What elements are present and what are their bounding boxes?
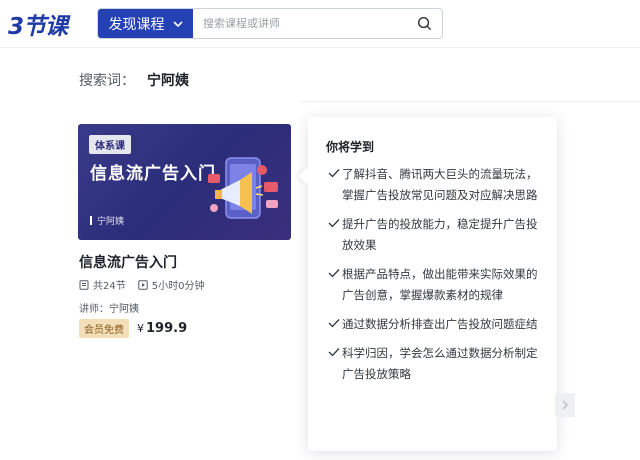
list-item-text: 通过数据分析排查出广告投放问题症结 bbox=[342, 317, 538, 331]
price-value: 199.9 bbox=[146, 321, 188, 336]
price-currency: ¥ bbox=[137, 322, 144, 335]
check-icon bbox=[328, 219, 340, 228]
play-icon bbox=[138, 279, 148, 290]
list-item-text: 了解抖音、腾讯两大巨头的流量玩法，掌握广告投放常见问题及对应解决思路 bbox=[342, 167, 538, 202]
list-item: 了解抖音、腾讯两大巨头的流量玩法，掌握广告投放常见问题及对应解决思路 bbox=[326, 164, 548, 206]
learning-outcomes-list: 了解抖音、腾讯两大巨头的流量玩法，掌握广告投放常见问题及对应解决思路 提升广告的… bbox=[326, 164, 548, 393]
course-duration-text: 5小时0分钟 bbox=[151, 281, 205, 292]
check-icon bbox=[328, 319, 340, 328]
list-item: 根据产品特点，做出能带来实际效果的广告创意，掌握爆款素材的规律 bbox=[326, 264, 548, 306]
list-item: 提升广告的投放能力，稳定提升广告投放效果 bbox=[326, 214, 548, 256]
divider bbox=[300, 101, 640, 102]
list-item: 科学归因，学会怎么通过数据分析制定广告投放策略 bbox=[326, 343, 548, 385]
logo-text: 3节课 bbox=[8, 14, 68, 40]
document-icon bbox=[79, 279, 89, 290]
course-meta: 共24节 5小时0分钟 bbox=[79, 277, 216, 292]
check-icon bbox=[328, 269, 340, 278]
thumbnail-teacher: 宁阿姨 bbox=[90, 214, 124, 227]
course-duration: 5小时0分钟 bbox=[138, 277, 205, 292]
course-price: ¥199.9 bbox=[137, 321, 187, 336]
course-title[interactable]: 信息流广告入门 bbox=[79, 252, 177, 272]
list-item: 通过数据分析排查出广告投放问题症结 bbox=[326, 314, 548, 335]
discover-courses-label: 发现课程 bbox=[108, 16, 165, 33]
member-free-badge: 会员免费 bbox=[79, 319, 129, 338]
carousel-next-button[interactable] bbox=[555, 393, 575, 417]
megaphone-phone-illustration bbox=[208, 157, 278, 219]
list-item-text: 提升广告的投放能力，稳定提升广告投放效果 bbox=[342, 217, 538, 252]
search-icon[interactable] bbox=[406, 9, 442, 38]
chevron-right-icon bbox=[562, 400, 568, 410]
list-item-text: 科学归因，学会怎么通过数据分析制定广告投放策略 bbox=[342, 346, 538, 381]
discover-courses-dropdown[interactable]: 发现课程 bbox=[98, 9, 193, 38]
price-row: 会员免费 ¥199.9 bbox=[79, 319, 187, 338]
sections-count: 共24节 bbox=[79, 277, 126, 292]
course-teacher: 讲师：宁阿姨 bbox=[79, 304, 139, 315]
logo[interactable]: 3节课 bbox=[8, 8, 68, 40]
search-keyword-label: 搜索词： bbox=[79, 73, 135, 89]
thumbnail-title: 信息流广告入门 bbox=[90, 164, 216, 184]
check-icon bbox=[328, 348, 340, 357]
search-bar: 发现课程 bbox=[97, 8, 443, 39]
search-keyword: 搜索词： 宁阿姨 bbox=[79, 70, 189, 90]
search-input[interactable] bbox=[193, 9, 406, 38]
check-icon bbox=[328, 169, 340, 178]
search-keyword-value: 宁阿姨 bbox=[147, 73, 189, 89]
popover-title: 你将学到 bbox=[326, 140, 375, 154]
top-header: 3节课 发现课程 bbox=[0, 0, 640, 48]
sections-count-text: 共24节 bbox=[93, 281, 126, 292]
course-type-badge: 体系课 bbox=[89, 135, 131, 154]
course-thumbnail[interactable]: 体系课 信息流广告入门 宁阿姨 bbox=[78, 124, 291, 240]
chevron-down-icon bbox=[172, 20, 183, 27]
learning-outcomes-popover: 你将学到 了解抖音、腾讯两大巨头的流量玩法，掌握广告投放常见问题及对应解决思路 … bbox=[308, 117, 557, 451]
list-item-text: 根据产品特点，做出能带来实际效果的广告创意，掌握爆款素材的规律 bbox=[342, 267, 538, 302]
